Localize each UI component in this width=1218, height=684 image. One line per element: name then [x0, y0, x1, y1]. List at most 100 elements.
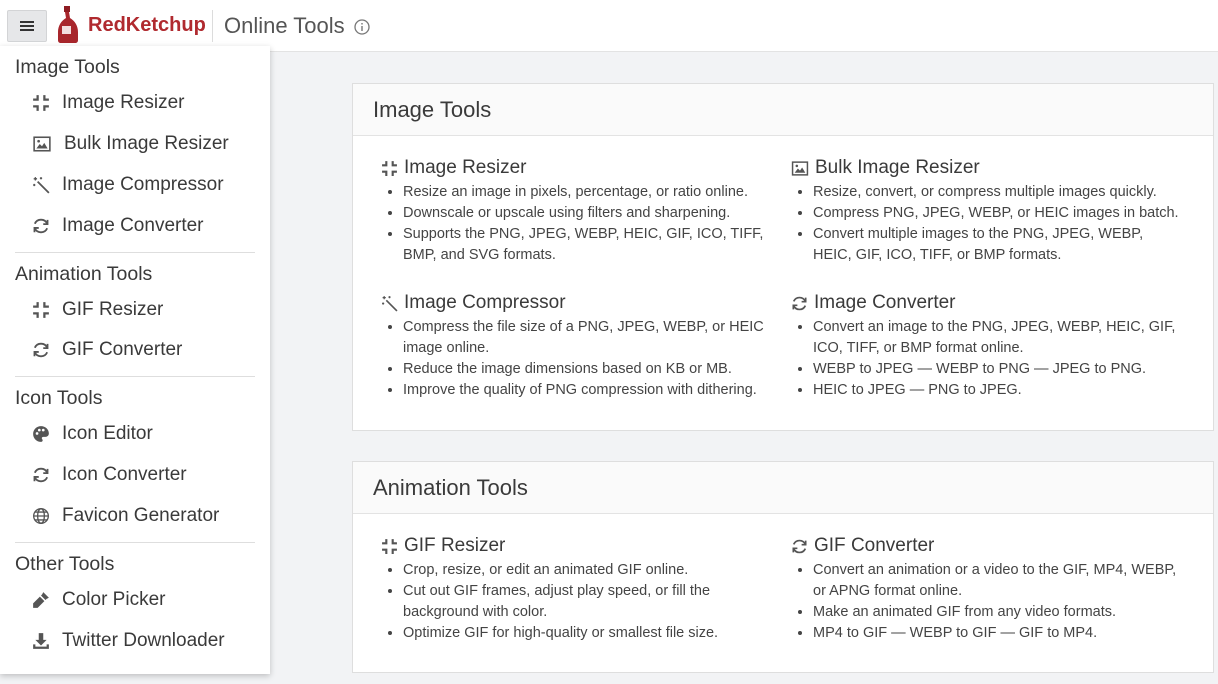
resize-icon: [381, 159, 398, 177]
sidebar-item-image-resizer[interactable]: Image Resizer: [32, 92, 185, 114]
sidebar-item-label: Bulk Image Resizer: [64, 133, 229, 154]
sidebar-item-label: GIF Resizer: [62, 299, 164, 320]
bullet: Convert multiple images to the PNG, JPEG…: [813, 224, 1181, 266]
sidebar-divider: [15, 542, 255, 543]
eyedropper-icon: [33, 592, 49, 608]
tool-image-resizer: Image Resizer Resize an image in pixels,…: [381, 156, 771, 266]
menu-toggle-button[interactable]: [7, 10, 47, 42]
sidebar-item-color-picker[interactable]: Color Picker: [32, 589, 165, 611]
bullet: Convert an image to the PNG, JPEG, WEBP,…: [813, 317, 1181, 359]
tool-bullets: Compress the file size of a PNG, JPEG, W…: [381, 317, 771, 401]
sidebar-item-label: Twitter Downloader: [62, 630, 225, 651]
tool-bullets: Resize an image in pixels, percentage, o…: [381, 182, 771, 266]
tool-bullets: Convert an animation or a video to the G…: [791, 560, 1181, 644]
sidebar-section-title: Image Tools: [15, 56, 120, 78]
sidebar-item-image-compressor[interactable]: Image Compressor: [32, 174, 224, 196]
tool-title-text: GIF Resizer: [404, 535, 506, 556]
sidebar-item-label: Icon Converter: [62, 464, 187, 485]
bullet: Make an animated GIF from any video form…: [813, 602, 1181, 623]
refresh-icon: [33, 218, 49, 234]
bullet: Optimize GIF for high-quality or smalles…: [403, 623, 771, 644]
tool-image-converter: Image Converter Convert an image to the …: [791, 291, 1181, 401]
resize-icon: [381, 537, 398, 555]
sidebar-item-twitter-downloader[interactable]: Twitter Downloader: [32, 630, 225, 652]
magic-wand-icon: [381, 294, 398, 312]
bullet: Crop, resize, or edit an animated GIF on…: [403, 560, 771, 581]
tool-gif-resizer: GIF Resizer Crop, resize, or edit an ani…: [381, 534, 771, 644]
bullet: Compress PNG, JPEG, WEBP, or HEIC images…: [813, 203, 1181, 224]
sidebar-item-label: Favicon Generator: [62, 505, 220, 526]
sidebar-item-label: Image Resizer: [62, 92, 185, 113]
refresh-icon: [792, 539, 807, 553]
sidebar-item-gif-resizer[interactable]: GIF Resizer: [32, 299, 163, 321]
download-icon: [33, 633, 49, 649]
tool-title-link[interactable]: GIF Resizer: [381, 534, 771, 558]
header-divider: [212, 10, 213, 42]
tool-title-link[interactable]: Image Converter: [791, 291, 1181, 315]
image-icon: [791, 160, 809, 176]
tool-image-compressor: Image Compressor Compress the file size …: [381, 291, 771, 401]
sidebar-item-label: Icon Editor: [62, 423, 153, 444]
sidebar-item-label: Image Converter: [62, 215, 204, 236]
globe-icon: [33, 508, 49, 524]
sidebar-item-bulk-image-resizer[interactable]: Bulk Image Resizer: [32, 133, 229, 155]
refresh-icon: [33, 342, 49, 358]
tool-bullets: Resize, convert, or compress multiple im…: [791, 182, 1181, 266]
bullet: Resize an image in pixels, percentage, o…: [403, 182, 771, 203]
bullet: WEBP to JPEG — WEBP to PNG — JPEG to PNG…: [813, 359, 1181, 380]
top-header: RedKetchup Online Tools: [0, 0, 1218, 52]
tool-title-link[interactable]: Image Compressor: [381, 291, 771, 315]
bullet: Downscale or upscale using filters and s…: [403, 203, 771, 224]
sidebar-item-label: Image Compressor: [62, 174, 224, 195]
sidebar-item-icon-editor[interactable]: Icon Editor: [32, 423, 153, 445]
sidebar-divider: [15, 252, 255, 253]
resize-icon: [32, 301, 50, 319]
tool-title-text: GIF Converter: [814, 535, 935, 556]
bullet: Convert an animation or a video to the G…: [813, 560, 1181, 602]
bullet: Resize, convert, or compress multiple im…: [813, 182, 1181, 203]
bullet: Reduce the image dimensions based on KB …: [403, 359, 771, 380]
sidebar-item-favicon-generator[interactable]: Favicon Generator: [32, 505, 219, 527]
brand-name[interactable]: RedKetchup: [88, 14, 206, 37]
tool-title-text: Image Resizer: [404, 157, 527, 178]
magic-wand-icon: [32, 176, 50, 194]
tool-title-text: Bulk Image Resizer: [815, 157, 980, 178]
sidebar-section-title: Icon Tools: [15, 387, 103, 409]
tool-title-text: Image Converter: [814, 292, 956, 313]
bullet: Supports the PNG, JPEG, WEBP, HEIC, GIF,…: [403, 224, 771, 266]
sidebar-item-icon-converter[interactable]: Icon Converter: [32, 464, 187, 486]
image-icon: [33, 136, 51, 152]
sidebar-item-label: Color Picker: [62, 589, 166, 610]
bullet: Cut out GIF frames, adjust play speed, o…: [403, 581, 771, 623]
refresh-icon: [792, 296, 807, 310]
sidebar-item-gif-converter[interactable]: GIF Converter: [32, 339, 182, 361]
resize-icon: [32, 94, 50, 112]
sidebar-menu: Image Tools Image Resizer Bulk Image Res…: [0, 46, 270, 674]
animation-tools-card: Animation Tools GIF Resizer Crop, resize…: [352, 461, 1214, 673]
bullet: Improve the quality of PNG compression w…: [403, 380, 771, 401]
tool-title-link[interactable]: Bulk Image Resizer: [791, 156, 1181, 180]
tool-title-link[interactable]: Image Resizer: [381, 156, 771, 180]
palette-icon: [33, 426, 49, 442]
card-title: Image Tools: [353, 84, 1213, 136]
sidebar-section-title: Other Tools: [15, 553, 115, 575]
info-icon[interactable]: [354, 19, 370, 35]
tool-gif-converter: GIF Converter Convert an animation or a …: [791, 534, 1181, 644]
bullet: HEIC to JPEG — PNG to JPEG.: [813, 380, 1181, 401]
card-title: Animation Tools: [353, 462, 1213, 514]
page-title: Online Tools: [224, 13, 345, 38]
tool-bullets: Crop, resize, or edit an animated GIF on…: [381, 560, 771, 644]
bullet: Compress the file size of a PNG, JPEG, W…: [403, 317, 771, 359]
tool-bullets: Convert an image to the PNG, JPEG, WEBP,…: [791, 317, 1181, 401]
bullet: MP4 to GIF — WEBP to GIF — GIF to MP4.: [813, 623, 1181, 644]
sidebar-item-image-converter[interactable]: Image Converter: [32, 215, 204, 237]
refresh-icon: [33, 467, 49, 483]
sidebar-item-label: GIF Converter: [62, 339, 183, 360]
sidebar-section-title: Animation Tools: [15, 263, 153, 285]
tool-title-link[interactable]: GIF Converter: [791, 534, 1181, 558]
ketchup-bottle-logo-icon[interactable]: [56, 6, 80, 44]
tool-title-text: Image Compressor: [404, 292, 566, 313]
sidebar-divider: [15, 376, 255, 377]
image-tools-card: Image Tools Image Resizer Resize an imag…: [352, 83, 1214, 431]
tool-bulk-image-resizer: Bulk Image Resizer Resize, convert, or c…: [791, 156, 1181, 266]
